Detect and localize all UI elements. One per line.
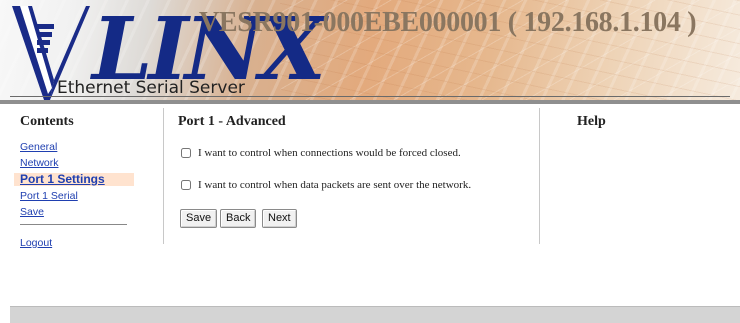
page-title: Port 1 - Advanced (178, 114, 286, 129)
contents-heading: Contents (20, 114, 74, 129)
column-divider-right (539, 108, 540, 244)
sidebar-item-general[interactable]: General (20, 141, 57, 153)
save-button[interactable]: Save (180, 209, 218, 228)
header-banner: LINX VESR901-000EBE000001 ( 192.168.1.10… (0, 0, 740, 104)
packet-control-option[interactable]: I want to control when data packets are … (181, 179, 471, 191)
packet-control-checkbox[interactable] (181, 180, 191, 190)
forced-close-label: I want to control when connections would… (198, 147, 461, 159)
sidebar-divider (20, 224, 127, 225)
product-name: Ethernet Serial Server (57, 78, 245, 98)
packet-control-label: I want to control when data packets are … (198, 179, 472, 191)
sidebar-item-port-1-settings[interactable]: Port 1 Settings (20, 172, 105, 186)
footer-bar (10, 306, 740, 323)
forced-close-checkbox[interactable] (181, 148, 191, 158)
sidebar-item-port-1-serial[interactable]: Port 1 Serial (20, 190, 78, 202)
sidebar: Contents General Network Port 1 Settings… (0, 104, 140, 306)
help-heading: Help (577, 114, 606, 129)
forced-close-option[interactable]: I want to control when connections would… (181, 147, 461, 159)
sidebar-item-network[interactable]: Network (20, 157, 59, 169)
device-title: VESR901-000EBE000001 ( 192.168.1.104 ) (199, 7, 697, 38)
back-button[interactable]: Back (220, 209, 257, 228)
next-button[interactable]: Next (262, 209, 297, 228)
banner-underline (10, 96, 730, 97)
main-content: Port 1 - Advanced I want to control when… (163, 104, 539, 254)
sidebar-item-save[interactable]: Save (20, 206, 44, 218)
sidebar-item-logout[interactable]: Logout (20, 237, 52, 249)
